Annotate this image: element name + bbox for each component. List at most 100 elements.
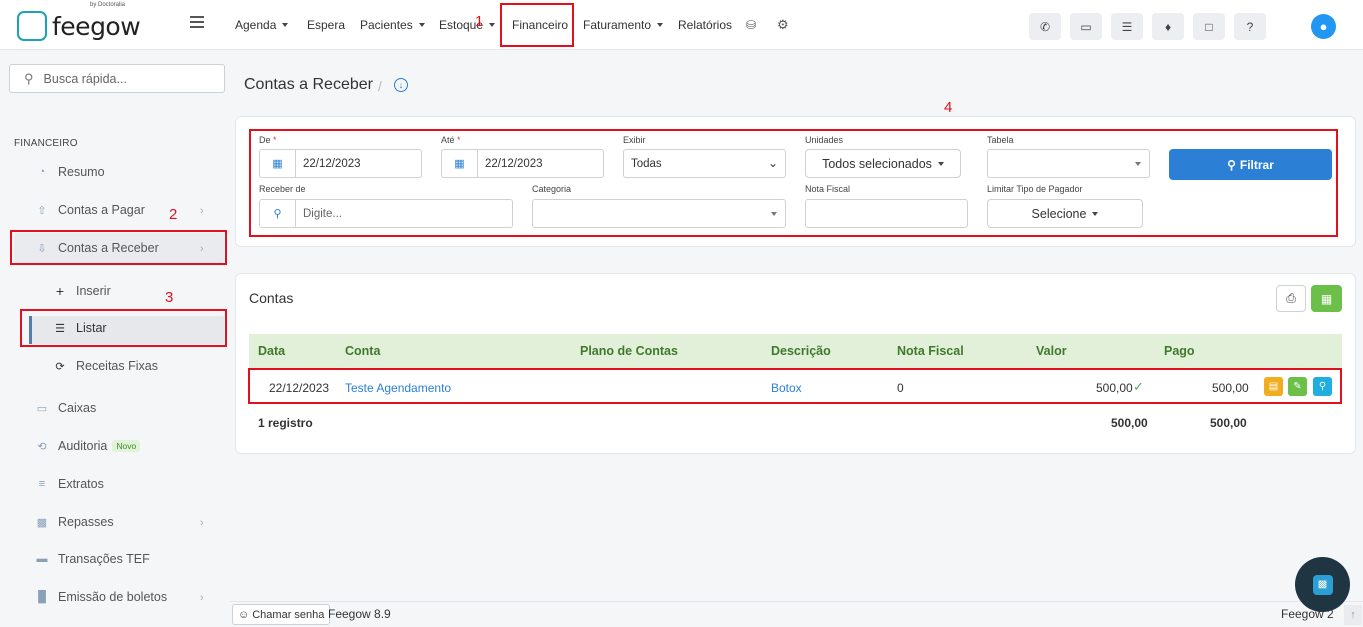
pie-chart-icon: ◔ <box>38 166 46 178</box>
nav-agenda[interactable]: Agenda <box>235 0 289 50</box>
sidebar-item-label: Auditoria <box>58 439 108 453</box>
chevron-right-icon: › <box>200 205 204 217</box>
sidebar-item-label: Receitas Fixas <box>76 359 158 373</box>
sidebar-section-title: FINANCEIRO <box>14 138 78 149</box>
chevron-right-icon: › <box>200 592 204 604</box>
barcode-icon: █ <box>38 591 46 603</box>
hamburger-menu-icon[interactable] <box>190 16 204 28</box>
sidebar-item-label: Contas a Pagar <box>58 203 145 217</box>
scroll-top-icon[interactable]: ↑ <box>1344 605 1362 625</box>
user-icon[interactable]: ● <box>1311 14 1336 39</box>
inbox-icon[interactable]: ▭ <box>1070 13 1102 40</box>
table-icon: ▦ <box>1320 291 1333 306</box>
bottom-bar <box>230 601 1363 627</box>
nav-relatorios-label: Relatórios <box>678 18 733 32</box>
sidebar-item-extratos[interactable]: ≡ Extratos <box>35 477 104 491</box>
database-icon[interactable]: ⛁ <box>746 0 756 50</box>
logo-by-text: by Doctoralia <box>90 2 126 8</box>
users-icon: ☺ <box>238 608 250 621</box>
logo-icon <box>17 11 47 41</box>
sidebar-item-label: Transações TEF <box>58 552 150 566</box>
feegow-logo[interactable]: feegow <box>17 11 141 41</box>
column-header[interactable]: Nota Fiscal <box>897 344 964 358</box>
sidebar-item-label: Extratos <box>58 477 104 491</box>
column-header[interactable]: Descrição <box>771 344 831 358</box>
arrow-up-circle-icon: ⇧ <box>37 204 47 217</box>
caret-down-icon <box>657 23 664 27</box>
sidebar-item-label: Inserir <box>76 284 111 298</box>
help-widget-button[interactable]: ▩ <box>1295 557 1350 612</box>
page-title: Contas a Receber <box>244 76 373 93</box>
column-header[interactable]: Conta <box>345 344 380 358</box>
annotation-label-2: 2 <box>169 206 178 223</box>
search-icon: ⚲ <box>24 70 34 86</box>
help-icon[interactable]: ? <box>1234 13 1266 40</box>
caret-down-icon <box>282 23 289 27</box>
nav-pacientes-label: Pacientes <box>360 18 413 32</box>
sidebar-item-contas-a-pagar[interactable]: ⇧ Contas a Pagar <box>35 203 145 217</box>
widget-icon: ▩ <box>1312 574 1333 595</box>
highlight-box-3 <box>20 309 227 347</box>
nav-faturamento-label: Faturamento <box>583 18 652 32</box>
refresh-icon: ⟳ <box>55 360 65 373</box>
sidebar-item-resumo[interactable]: ◔ Resumo <box>35 165 105 179</box>
highlight-box-4 <box>249 129 1338 237</box>
nav-agenda-label: Agenda <box>235 18 277 32</box>
sidebar-item-transacoes-tef[interactable]: ▬ Transações TEF <box>35 552 150 566</box>
bell-icon[interactable]: ♦ <box>1152 13 1184 40</box>
highlight-box-2 <box>10 230 227 265</box>
plus-icon: + <box>55 283 65 299</box>
search-placeholder: Busca rápida... <box>43 71 127 86</box>
sidebar-item-repasses[interactable]: ▩ Repasses <box>35 515 114 529</box>
nav-faturamento[interactable]: Faturamento <box>583 0 664 50</box>
sidebar-item-inserir[interactable]: + Inserir <box>53 283 111 299</box>
valor-total: 500,00 <box>1111 416 1148 430</box>
sidebar-item-label: Repasses <box>58 515 114 529</box>
printer-icon: ⎙ <box>1286 291 1296 305</box>
sidebar-item-caixas[interactable]: ▭ Caixas <box>35 401 96 415</box>
annotation-label-4: 4 <box>944 99 953 116</box>
sidebar-item-receitas-fixas[interactable]: ⟳ Receitas Fixas <box>53 359 158 373</box>
sitemap-icon: ▩ <box>36 516 48 529</box>
logo-text: feegow <box>52 11 141 41</box>
annotation-label-3: 3 <box>165 289 174 306</box>
menu-icon: ≡ <box>38 478 46 490</box>
sidebar-item-label: Emissão de boletos <box>58 590 168 604</box>
breadcrumb-separator: / <box>378 78 382 94</box>
quick-search-input[interactable]: ⚲ Busca rápida... <box>9 64 225 93</box>
table-header: Data Conta Plano de Contas Descrição Not… <box>249 334 1342 368</box>
pago-total: 500,00 <box>1210 416 1247 430</box>
print-button[interactable]: ⎙ <box>1276 285 1306 312</box>
chat-icon[interactable]: □ <box>1193 13 1225 40</box>
records-count: 1 registro <box>258 416 313 430</box>
nav-estoque[interactable]: Estoque <box>439 0 496 50</box>
annotation-label-1: 1 <box>475 13 484 30</box>
contas-title: Contas <box>249 290 294 306</box>
column-header[interactable]: Valor <box>1036 344 1067 358</box>
sidebar-item-auditoria[interactable]: ⟲ Auditoria Novo <box>35 439 141 453</box>
sidebar-item-label: Resumo <box>58 165 105 179</box>
card-icon: ▬ <box>36 553 48 565</box>
checklist-icon[interactable]: ☰ <box>1111 13 1143 40</box>
nav-pacientes[interactable]: Pacientes <box>360 0 425 50</box>
chamar-senha-label: Chamar senha <box>252 608 325 621</box>
nav-relatorios[interactable]: Relatórios <box>678 0 732 50</box>
gear-icon[interactable]: ⚙ <box>777 0 789 50</box>
highlight-box-row <box>248 368 1342 404</box>
chamar-senha-button[interactable]: ☺ Chamar senha <box>232 604 331 625</box>
column-header[interactable]: Data <box>258 344 285 358</box>
sidebar-item-emissao-boletos[interactable]: █ Emissão de boletos <box>35 590 167 604</box>
column-header[interactable]: Pago <box>1164 344 1195 358</box>
highlight-box-1 <box>500 3 574 47</box>
phone-icon[interactable]: ✆ <box>1029 13 1061 40</box>
sidebar-item-label: Caixas <box>58 401 97 415</box>
nav-espera-label: Espera <box>307 18 346 32</box>
inbox-icon: ▭ <box>36 402 48 415</box>
top-navbar: feegow by Doctoralia Agenda Espera Pacie… <box>0 0 1363 50</box>
caret-down-icon <box>418 23 425 27</box>
excel-button[interactable]: ▦ <box>1311 285 1342 312</box>
nav-espera[interactable]: Espera <box>307 0 345 50</box>
new-badge: Novo <box>112 440 141 452</box>
caret-down-icon <box>489 23 496 27</box>
column-header[interactable]: Plano de Contas <box>580 344 678 358</box>
